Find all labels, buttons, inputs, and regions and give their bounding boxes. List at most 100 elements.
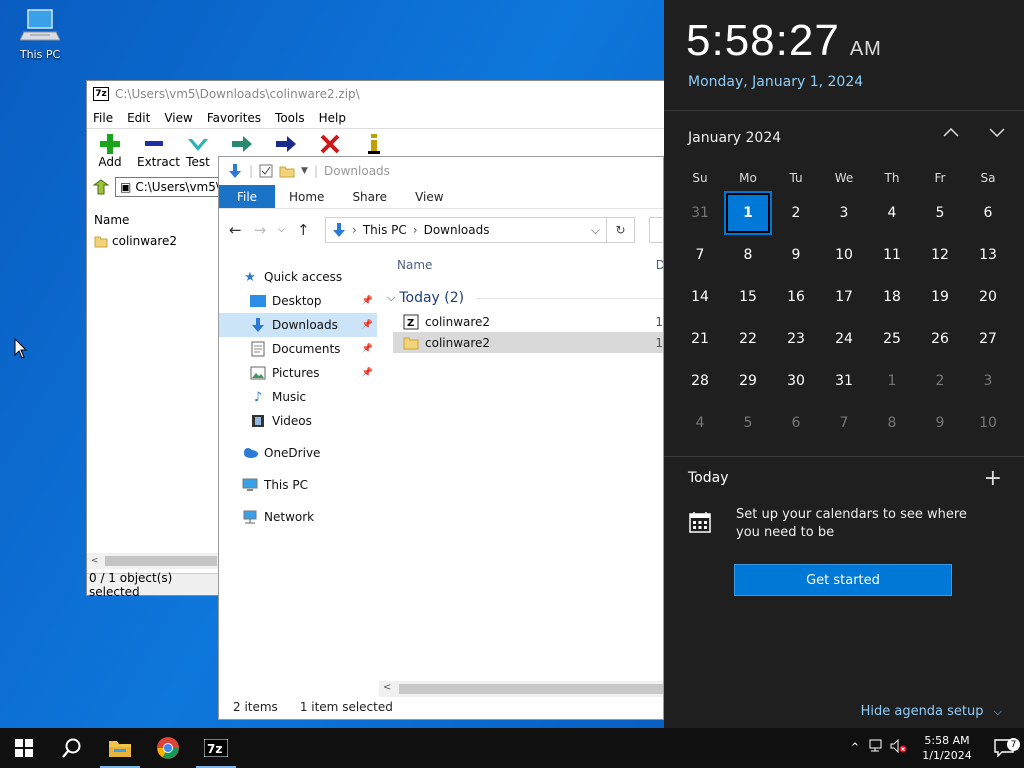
calendar-day[interactable]: 25 xyxy=(868,318,916,360)
table-row[interactable]: colinware2 1 xyxy=(393,332,663,353)
sevenzip-file-list[interactable]: Name colinware2 xyxy=(87,207,219,553)
explorer-titlebar[interactable]: | ▼ | Downloads xyxy=(219,157,663,185)
test-button[interactable]: Test xyxy=(181,129,215,175)
calendar-day[interactable]: 14 xyxy=(676,276,724,318)
calendar-day[interactable]: 24 xyxy=(820,318,868,360)
column-header-date[interactable]: D xyxy=(656,258,663,272)
calendar-day[interactable]: 8 xyxy=(724,234,772,276)
tab-home[interactable]: Home xyxy=(275,185,338,208)
calendar-day[interactable]: 17 xyxy=(820,276,868,318)
calendar-day[interactable]: 31 xyxy=(676,192,724,234)
calendar-day[interactable]: 18 xyxy=(868,276,916,318)
calendar-day[interactable]: 31 xyxy=(820,360,868,402)
calendar-day[interactable]: 5 xyxy=(724,402,772,444)
taskbar-clock[interactable]: 5:58 AM 1/1/2024 xyxy=(910,733,984,763)
menu-favorites[interactable]: Favorites xyxy=(207,111,261,125)
calendar-day[interactable]: 9 xyxy=(916,402,964,444)
chevron-down-icon[interactable] xyxy=(988,126,1006,138)
properties-icon[interactable] xyxy=(259,164,273,178)
calendar-day-today[interactable]: 1 xyxy=(724,191,772,235)
back-arrow-icon[interactable]: ← xyxy=(229,221,242,239)
sidebar-item-onedrive[interactable]: OneDrive xyxy=(219,441,377,465)
column-header-name[interactable]: Name xyxy=(87,207,219,231)
sevenzip-path-input[interactable]: ▣ C:\Users\vm5\ xyxy=(115,177,225,197)
calendar-day[interactable]: 10 xyxy=(964,402,1012,444)
sidebar-item-music[interactable]: ♪ Music xyxy=(219,385,377,409)
sidebar-item-network[interactable]: Network xyxy=(219,505,377,529)
list-item[interactable]: colinware2 xyxy=(87,231,219,251)
scroll-left-icon[interactable]: < xyxy=(87,556,99,566)
calendar-day[interactable]: 16 xyxy=(772,276,820,318)
sidebar-item-quick-access[interactable]: ★ Quick access xyxy=(219,265,377,289)
chevron-up-icon[interactable] xyxy=(942,126,960,138)
taskbar-file-explorer[interactable] xyxy=(96,728,144,768)
calendar-day[interactable]: 15 xyxy=(724,276,772,318)
calendar-day[interactable]: 29 xyxy=(724,360,772,402)
add-event-icon[interactable]: + xyxy=(984,466,1002,491)
calendar-day[interactable]: 19 xyxy=(916,276,964,318)
scroll-left-icon[interactable]: < xyxy=(383,682,391,693)
add-button[interactable]: Add xyxy=(93,129,127,175)
month-label[interactable]: January 2024 xyxy=(688,130,781,146)
scroll-thumb[interactable] xyxy=(105,556,217,566)
tab-share[interactable]: Share xyxy=(338,185,401,208)
sevenzip-horizontal-scrollbar[interactable]: < xyxy=(87,553,219,569)
sidebar-item-documents[interactable]: Documents 📌 xyxy=(219,337,377,361)
calendar-day[interactable]: 30 xyxy=(772,360,820,402)
calendar-day[interactable]: 8 xyxy=(868,402,916,444)
calendar-day[interactable]: 28 xyxy=(676,360,724,402)
menu-help[interactable]: Help xyxy=(319,111,346,125)
file-list[interactable]: Name D ⌵ Today (2) Z colinware2 1 colinw… xyxy=(385,253,663,683)
address-bar[interactable]: › This PC › Downloads ⌵ xyxy=(325,217,607,243)
hide-agenda-link[interactable]: Hide agenda setup ⌵ xyxy=(861,704,1002,719)
calendar-day[interactable]: 7 xyxy=(676,234,724,276)
tab-file[interactable]: File xyxy=(219,185,275,208)
tab-view[interactable]: View xyxy=(401,185,457,208)
sidebar-item-videos[interactable]: Videos xyxy=(219,409,377,433)
calendar-day[interactable]: 20 xyxy=(964,276,1012,318)
start-button[interactable] xyxy=(0,728,48,768)
menu-tools[interactable]: Tools xyxy=(275,111,305,125)
address-dropdown-icon[interactable]: ⌵ xyxy=(591,223,606,238)
search-box[interactable] xyxy=(649,217,663,243)
menu-edit[interactable]: Edit xyxy=(127,111,150,125)
group-header-today[interactable]: ⌵ Today (2) xyxy=(385,285,663,311)
calendar-day[interactable]: 6 xyxy=(964,192,1012,234)
taskbar-7zip[interactable]: 7z xyxy=(192,728,240,768)
sidebar-item-this-pc[interactable]: This PC xyxy=(219,473,377,497)
folder-up-icon[interactable] xyxy=(93,179,109,195)
calendar-day[interactable]: 12 xyxy=(916,234,964,276)
calendar-day[interactable]: 26 xyxy=(916,318,964,360)
taskbar-chrome[interactable] xyxy=(144,728,192,768)
calendar-day[interactable]: 7 xyxy=(820,402,868,444)
sidebar-item-pictures[interactable]: Pictures 📌 xyxy=(219,361,377,385)
calendar-day[interactable]: 13 xyxy=(964,234,1012,276)
show-hidden-icons-chevron-icon[interactable]: ⌃ xyxy=(844,741,866,756)
quick-access-dropdown-icon[interactable]: ▼ xyxy=(301,166,308,176)
column-header-name[interactable]: Name D xyxy=(385,253,663,277)
calendar-day[interactable]: 27 xyxy=(964,318,1012,360)
calendar-day[interactable]: 6 xyxy=(772,402,820,444)
calendar-day[interactable]: 5 xyxy=(916,192,964,234)
breadcrumb-this-pc[interactable]: This PC xyxy=(363,223,407,237)
calendar-day[interactable]: 3 xyxy=(964,360,1012,402)
volume-muted-icon[interactable] xyxy=(888,738,910,757)
forward-arrow-icon[interactable]: → xyxy=(254,221,267,239)
new-folder-icon[interactable] xyxy=(279,164,295,178)
desktop-icon-this-pc[interactable]: This PC xyxy=(10,8,70,61)
calendar-day[interactable]: 3 xyxy=(820,192,868,234)
menu-view[interactable]: View xyxy=(164,111,192,125)
calendar-day[interactable]: 4 xyxy=(676,402,724,444)
menu-file[interactable]: File xyxy=(93,111,113,125)
explorer-window[interactable]: | ▼ | Downloads File Home Share View ← →… xyxy=(218,156,664,720)
calendar-day[interactable]: 4 xyxy=(868,192,916,234)
extract-button[interactable]: Extract xyxy=(137,129,180,175)
calendar-day[interactable]: 1 xyxy=(868,360,916,402)
calendar-day[interactable]: 22 xyxy=(724,318,772,360)
calendar-day[interactable]: 11 xyxy=(868,234,916,276)
calendar-day[interactable]: 2 xyxy=(772,192,820,234)
calendar-day[interactable]: 10 xyxy=(820,234,868,276)
refresh-button[interactable]: ↻ xyxy=(607,217,635,243)
up-arrow-icon[interactable]: ↑ xyxy=(297,221,310,239)
calendar-day[interactable]: 9 xyxy=(772,234,820,276)
